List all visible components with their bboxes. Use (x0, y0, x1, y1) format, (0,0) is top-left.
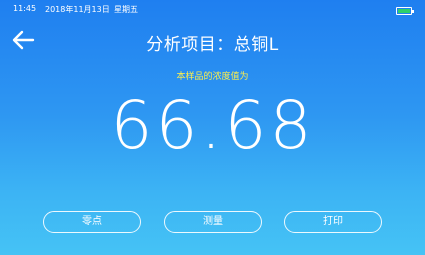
status-bar: 11:45 2018年11月13日 星期五 (0, 0, 425, 20)
status-date: 2018年11月13日 (45, 5, 110, 14)
status-time: 11:45 (13, 4, 37, 13)
concentration-value: 66.68 (110, 87, 315, 164)
measure-button[interactable]: 测量 (164, 211, 262, 233)
result-label: 本样品的浓度值为 (176, 72, 249, 82)
zero-button[interactable]: 零点 (43, 211, 141, 233)
print-button[interactable]: 打印 (284, 211, 382, 233)
battery-icon (396, 7, 414, 15)
status-weekday: 星期五 (114, 5, 138, 14)
measurement-screen: 11:45 2018年11月13日 星期五 分析项目：总铜L 本样品的浓度值为 … (0, 0, 425, 255)
battery-level (398, 9, 410, 13)
battery-tip (412, 10, 414, 13)
page-title: 分析项目：总铜L (146, 35, 279, 55)
